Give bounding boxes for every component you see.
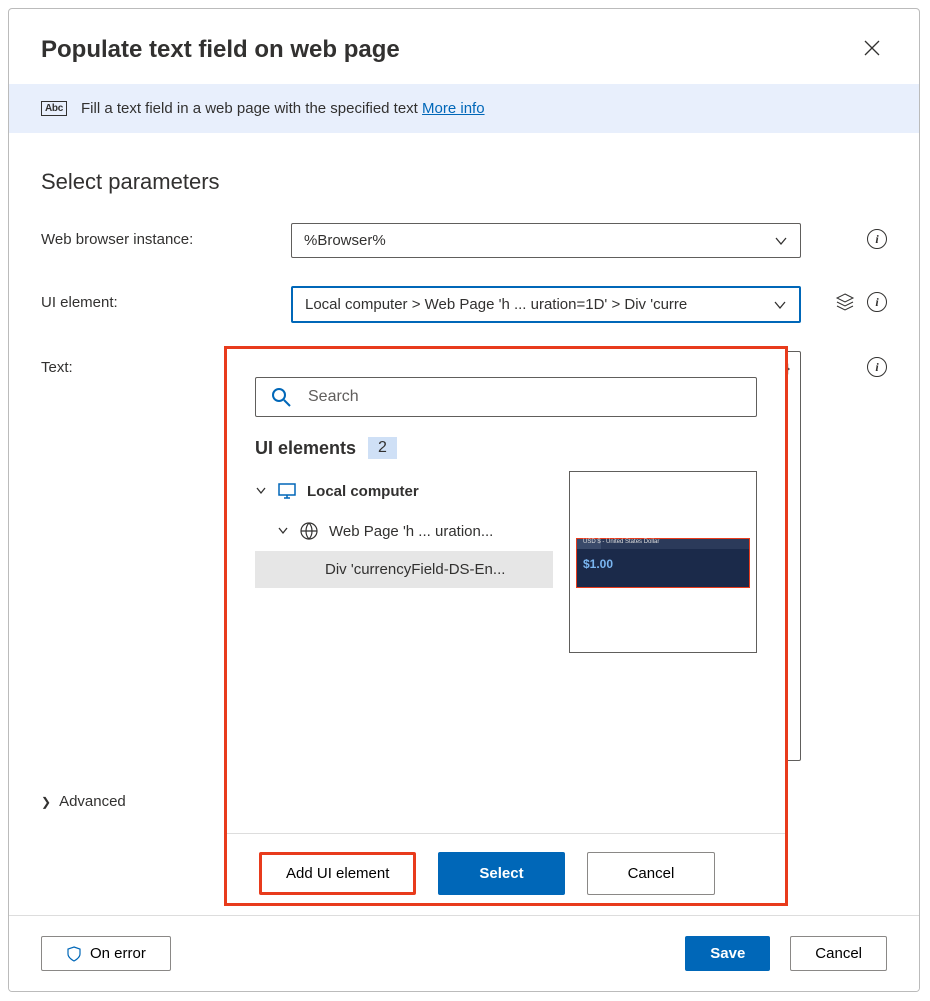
element-preview: USD $ - United States Dollar $1.00	[569, 471, 757, 653]
abc-icon: Abc	[41, 101, 67, 116]
tree-area: Local computer Web Page 'h ... uration..…	[255, 471, 757, 653]
search-box[interactable]	[255, 377, 757, 417]
ui-element-label: UI element:	[41, 286, 291, 311]
row-browser: Web browser instance: %Browser% i	[41, 223, 887, 258]
browser-dropdown[interactable]: %Browser%	[291, 223, 801, 258]
chevron-down-icon	[277, 525, 289, 537]
on-error-button[interactable]: On error	[41, 936, 171, 971]
info-icon[interactable]: i	[867, 292, 887, 312]
ui-element-dropdown[interactable]: Local computer > Web Page 'h ... uration…	[291, 286, 801, 323]
popup-footer: Add UI element Select Cancel	[227, 833, 785, 895]
tree-child[interactable]: Web Page 'h ... uration...	[255, 511, 553, 551]
ui-element-picker: UI elements 2 Local computer Web Page 'h…	[224, 346, 788, 906]
info-text: Fill a text field in a web page with the…	[81, 100, 418, 117]
info-icon[interactable]: i	[867, 229, 887, 249]
chevron-down-icon	[255, 485, 267, 497]
dialog-header: Populate text field on web page	[9, 9, 919, 84]
ui-elements-count: 2	[368, 437, 397, 459]
add-ui-element-button[interactable]: Add UI element	[259, 852, 416, 895]
browser-label: Web browser instance:	[41, 223, 291, 248]
row-ui-element: UI element: Local computer > Web Page 'h…	[41, 286, 887, 323]
cancel-button[interactable]: Cancel	[790, 936, 887, 971]
search-icon	[270, 386, 292, 408]
more-info-link[interactable]: More info	[422, 100, 485, 117]
ui-elements-header: UI elements 2	[255, 437, 757, 459]
chevron-down-icon	[773, 298, 787, 312]
shield-icon	[66, 946, 82, 962]
close-icon	[863, 39, 881, 57]
section-title: Select parameters	[41, 169, 887, 195]
computer-icon	[277, 481, 297, 501]
preview-thumbnail: USD $ - United States Dollar $1.00	[576, 538, 750, 588]
browser-value: %Browser%	[304, 232, 386, 249]
close-button[interactable]	[857, 33, 887, 66]
globe-icon	[299, 521, 319, 541]
search-input[interactable]	[306, 387, 742, 407]
dialog-title: Populate text field on web page	[41, 36, 400, 64]
chevron-down-icon	[774, 234, 788, 248]
tree-root[interactable]: Local computer	[255, 471, 553, 511]
dialog-footer: On error Save Cancel	[9, 915, 919, 991]
ui-element-value: Local computer > Web Page 'h ... uration…	[305, 296, 687, 313]
info-icon[interactable]: i	[867, 357, 887, 377]
advanced-label: Advanced	[59, 793, 126, 810]
select-button[interactable]: Select	[438, 852, 564, 895]
tree-leaf[interactable]: Div 'currencyField-DS-En...	[255, 551, 553, 588]
popup-cancel-button[interactable]: Cancel	[587, 852, 716, 895]
ui-element-tree: Local computer Web Page 'h ... uration..…	[255, 471, 553, 588]
save-button[interactable]: Save	[685, 936, 770, 971]
layers-icon[interactable]	[835, 292, 855, 312]
chevron-right-icon: ❯	[41, 795, 51, 809]
info-bar: Abc Fill a text field in a web page with…	[9, 84, 919, 133]
